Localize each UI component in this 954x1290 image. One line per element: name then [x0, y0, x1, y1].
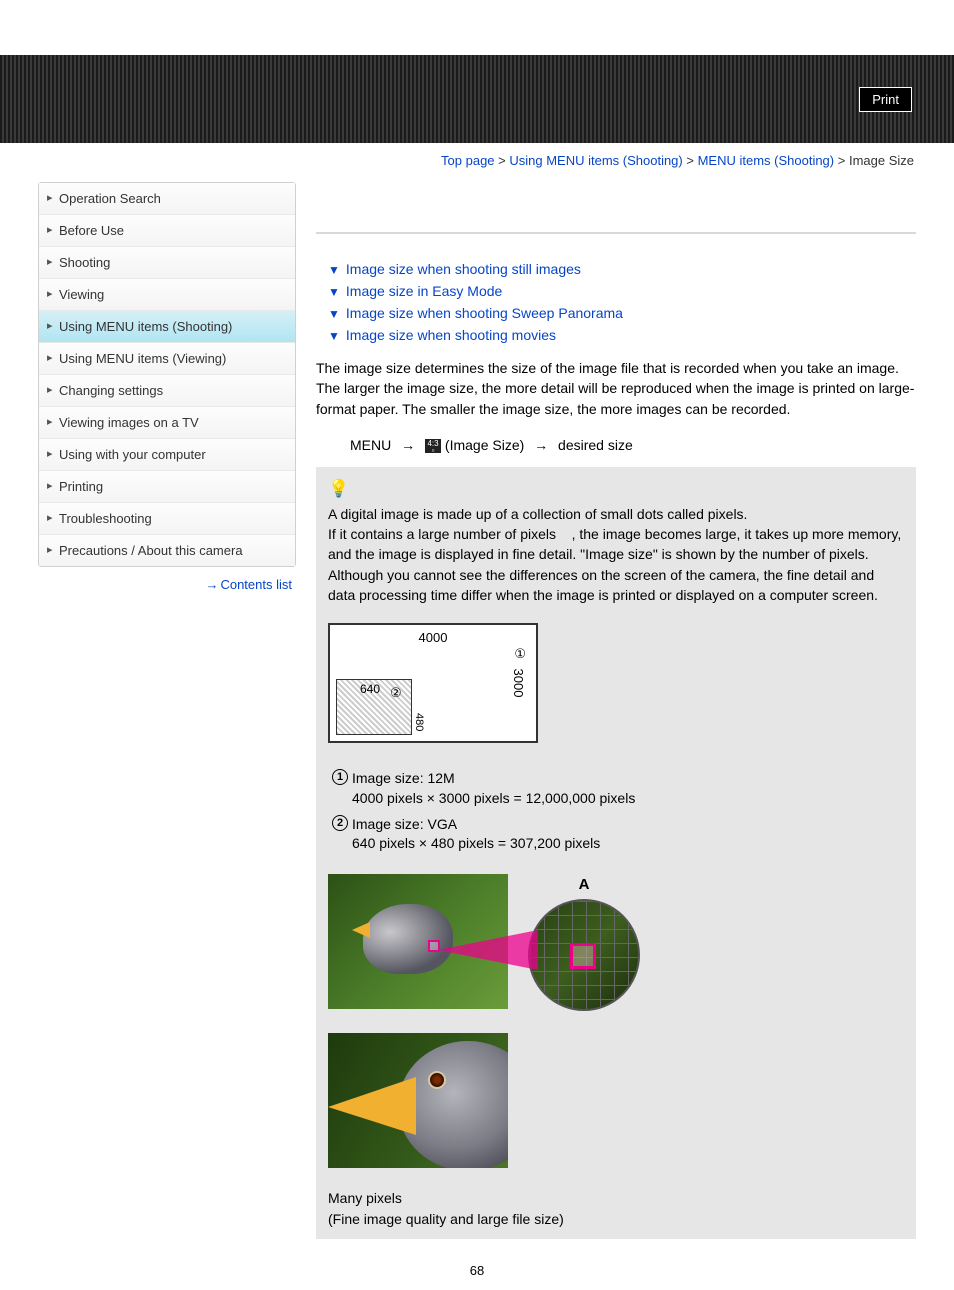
hint-p1: A digital image is made up of a collecti…: [328, 506, 747, 522]
sidebar-item-label: Viewing: [59, 287, 104, 302]
diagram-height-small: 480: [410, 713, 426, 731]
spec-detail-1: 4000 pixels × 3000 pixels = 12,000,000 p…: [352, 790, 635, 806]
sidebar-item-label: Changing settings: [59, 383, 163, 398]
sidebar-item-operation-search[interactable]: Operation Search: [39, 183, 295, 214]
sidebar-item-printing[interactable]: Printing: [39, 470, 295, 502]
page-number: 68: [0, 1239, 954, 1290]
zoom-origin-box: [428, 940, 440, 952]
hint-p2a: If it contains a large number of pixels: [328, 526, 556, 542]
circled-number-2: 2: [332, 815, 348, 831]
breadcrumb-current: Image Size: [849, 153, 914, 168]
arrow-icon: →: [534, 437, 548, 453]
sidebar-item-precautions[interactable]: Precautions / About this camera: [39, 534, 295, 566]
sidebar-item-label: Using with your computer: [59, 447, 206, 462]
hint-bulb-icon: 💡: [328, 477, 904, 502]
divider: [316, 232, 916, 234]
breadcrumb-sep: >: [834, 153, 849, 168]
down-arrow-icon: ▼: [328, 263, 340, 277]
zoom-circle: [528, 899, 640, 1011]
sidebar-item-label: Viewing images on a TV: [59, 415, 199, 430]
spec-title-2: Image size: VGA: [352, 816, 457, 832]
diagram-marker-1: ①: [514, 645, 526, 664]
hint-box: 💡 A digital image is made up of a collec…: [316, 467, 916, 1239]
arrow-right-icon: →: [205, 577, 218, 592]
sidebar-item-troubleshooting[interactable]: Troubleshooting: [39, 502, 295, 534]
diagram-height-large: 3000: [508, 669, 527, 698]
anchor-link-list: ▼ Image size when shooting still images ▼…: [316, 258, 916, 346]
anchor-link-movies[interactable]: Image size when shooting movies: [346, 327, 556, 343]
sidebar-item-label: Printing: [59, 479, 103, 494]
down-arrow-icon: ▼: [328, 307, 340, 321]
header-bar: Print: [0, 55, 954, 143]
anchor-link-still[interactable]: Image size when shooting still images: [346, 261, 581, 277]
bird-illustration-row: A: [328, 874, 904, 1012]
sidebar-item-using-menu-viewing[interactable]: Using MENU items (Viewing): [39, 342, 295, 374]
breadcrumb-sep: >: [683, 153, 698, 168]
main-content: ▼ Image size when shooting still images ▼…: [296, 182, 916, 1239]
caption-line2: (Fine image quality and large file size): [328, 1211, 564, 1227]
zoom-highlight-square: [570, 943, 596, 969]
spec-detail-2: 640 pixels × 480 pixels = 307,200 pixels: [352, 835, 600, 851]
pixel-diagram: 4000 3000 ① 640 480 ②: [328, 623, 538, 743]
sidebar-item-label: Precautions / About this camera: [59, 543, 243, 558]
anchor-link-panorama[interactable]: Image size when shooting Sweep Panorama: [346, 305, 623, 321]
sidebar-item-label: Shooting: [59, 255, 110, 270]
sidebar-item-using-computer[interactable]: Using with your computer: [39, 438, 295, 470]
zoom-label-a: A: [528, 874, 640, 896]
spec-title-1: Image size: 12M: [352, 770, 455, 786]
sidebar-item-label: Troubleshooting: [59, 511, 152, 526]
sidebar: Operation Search Before Use Shooting Vie…: [38, 182, 296, 567]
diagram-width-small: 640: [360, 681, 380, 698]
sidebar-item-viewing-tv[interactable]: Viewing images on a TV: [39, 406, 295, 438]
sidebar-item-label: Before Use: [59, 223, 124, 238]
bird-beak-shape: [352, 922, 370, 938]
hint-p3: Although you cannot see the differences …: [328, 567, 878, 603]
sidebar-item-viewing[interactable]: Viewing: [39, 278, 295, 310]
zoom-connector-icon: [438, 930, 538, 970]
menu-text: MENU: [350, 437, 391, 453]
sidebar-item-before-use[interactable]: Before Use: [39, 214, 295, 246]
anchor-link-easy[interactable]: Image size in Easy Mode: [346, 283, 502, 299]
sidebar-item-shooting[interactable]: Shooting: [39, 246, 295, 278]
bird-photo-closeup: [328, 1033, 508, 1168]
breadcrumb-link-menu-items[interactable]: MENU items (Shooting): [698, 153, 835, 168]
circled-number-1: 1: [332, 769, 348, 785]
intro-paragraph: The image size determines the size of th…: [316, 358, 916, 419]
sidebar-item-using-menu-shooting[interactable]: Using MENU items (Shooting): [39, 310, 295, 342]
sidebar-item-label: Operation Search: [59, 191, 161, 206]
sidebar-item-changing-settings[interactable]: Changing settings: [39, 374, 295, 406]
caption: Many pixels (Fine image quality and larg…: [328, 1188, 904, 1229]
spec-list: 1 Image size: 12M 4000 pixels × 3000 pix…: [328, 769, 904, 853]
image-size-icon: 4:3▫: [425, 439, 441, 453]
diagram-width-large: 4000: [330, 629, 536, 648]
down-arrow-icon: ▼: [328, 329, 340, 343]
contents-list-link[interactable]: Contents list: [220, 577, 292, 592]
menu-label: (Image Size): [445, 437, 524, 453]
arrow-icon: →: [401, 437, 415, 453]
contents-list-container: →Contents list: [38, 567, 296, 602]
breadcrumb: Top page > Using MENU items (Shooting) >…: [0, 143, 954, 182]
print-button[interactable]: Print: [859, 87, 912, 112]
sidebar-item-label: Using MENU items (Viewing): [59, 351, 226, 366]
down-arrow-icon: ▼: [328, 285, 340, 299]
closeup-beak-shape: [328, 1077, 416, 1135]
zoom-callout: A: [528, 874, 640, 1012]
menu-dest: desired size: [558, 437, 633, 453]
caption-line1: Many pixels: [328, 1190, 402, 1206]
breadcrumb-sep: >: [495, 153, 510, 168]
breadcrumb-link-using-menu[interactable]: Using MENU items (Shooting): [509, 153, 682, 168]
sidebar-item-label: Using MENU items (Shooting): [59, 319, 232, 334]
diagram-marker-2: ②: [390, 684, 402, 703]
breadcrumb-link-top[interactable]: Top page: [441, 153, 495, 168]
menu-path: MENU → 4:3▫ (Image Size) → desired size: [316, 423, 916, 467]
